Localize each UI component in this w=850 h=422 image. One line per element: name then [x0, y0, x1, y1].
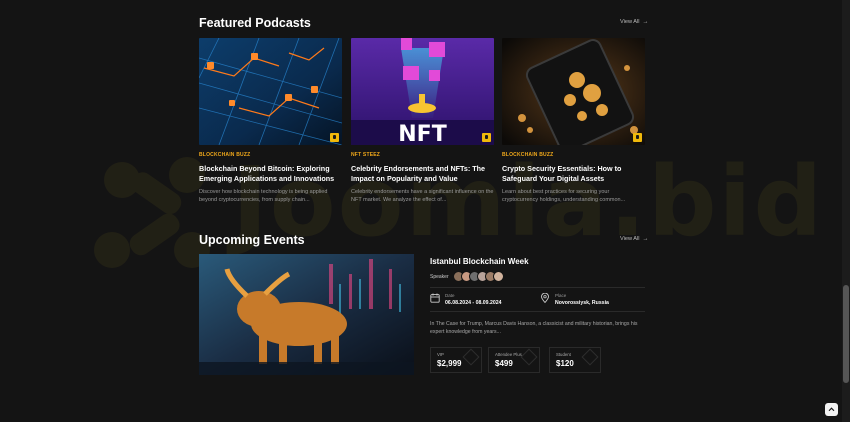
circuit-board-image: [199, 38, 342, 145]
event-image[interactable]: [199, 254, 414, 375]
map-pin-icon: [541, 293, 549, 303]
upcoming-events-title: Upcoming Events: [199, 233, 305, 247]
podcast-category[interactable]: BLOCKCHAIN BUZZ: [199, 152, 342, 158]
events-view-all-link[interactable]: View All →: [620, 236, 649, 242]
arrow-right-icon: →: [642, 19, 649, 25]
chevron-up-icon: [828, 407, 835, 412]
date-value: 06.08.2024 - 08.09.2024: [445, 300, 502, 306]
event-place: Place Novorossiysk, Russia: [540, 293, 609, 306]
microphone-icon: [633, 133, 642, 142]
place-label: Place: [555, 293, 567, 298]
podcast-category[interactable]: NFT STEEZ: [351, 152, 494, 158]
back-to-top-button[interactable]: [825, 403, 838, 416]
bull-market-image: [199, 254, 414, 375]
podcast-thumbnail[interactable]: NFT: [351, 38, 494, 145]
podcast-card[interactable]: BLOCKCHAIN BUZZ Blockchain Beyond Bitcoi…: [199, 38, 342, 205]
podcast-title[interactable]: Celebrity Endorsements and NFTs: The Imp…: [351, 164, 494, 183]
podcast-category[interactable]: BLOCKCHAIN BUZZ: [502, 152, 645, 158]
podcast-title[interactable]: Blockchain Beyond Bitcoin: Exploring Eme…: [199, 164, 342, 183]
podcast-card[interactable]: BLOCKCHAIN BUZZ Crypto Security Essentia…: [502, 38, 645, 205]
ticket-student[interactable]: Student $120: [549, 347, 601, 373]
speaker-label: Speaker: [430, 273, 449, 280]
podcast-thumbnail[interactable]: [502, 38, 645, 145]
calendar-icon: [430, 293, 440, 303]
view-all-label: View All: [620, 19, 640, 25]
featured-podcasts-title: Featured Podcasts: [199, 16, 311, 30]
podcast-description: Discover how blockchain technology is be…: [199, 189, 328, 204]
page-scrollbar[interactable]: [842, 0, 850, 422]
featured-view-all-link[interactable]: View All →: [620, 19, 649, 25]
view-all-label: View All: [620, 236, 640, 242]
crypto-phone-image: [502, 38, 645, 145]
divider: [430, 287, 645, 288]
event-date: Date 06.08.2024 - 08.09.2024: [430, 293, 502, 306]
nft-image: NFT: [351, 38, 494, 145]
event-description: In The Case for Trump, Marcus Davis Hans…: [430, 321, 638, 335]
arrow-right-icon: →: [642, 236, 649, 242]
speaker-row: Speaker: [430, 271, 504, 282]
place-value: Novorossiysk, Russia: [555, 300, 609, 306]
microphone-icon: [482, 133, 491, 142]
podcast-description: Celebrity endorsements have a significan…: [351, 189, 494, 204]
podcast-card[interactable]: NFT NFT STEEZ Celebrity Endorsements and…: [351, 38, 494, 205]
ticket-attendee-plus[interactable]: Attendee Plus $499: [488, 347, 540, 373]
podcast-title[interactable]: Crypto Security Essentials: How to Safeg…: [502, 164, 645, 183]
speaker-avatars: [452, 271, 504, 282]
nft-image-text: NFT: [398, 122, 446, 145]
microphone-icon: [330, 133, 339, 142]
ticket-vip[interactable]: VIP $2,999: [430, 347, 482, 373]
event-title[interactable]: Istanbul Blockchain Week: [430, 257, 529, 266]
podcast-description: Learn about best practices for securing …: [502, 189, 626, 204]
divider: [430, 311, 645, 312]
podcast-thumbnail[interactable]: [199, 38, 342, 145]
scrollbar-thumb[interactable]: [843, 285, 849, 383]
date-label: Date: [445, 293, 455, 298]
speaker-avatar[interactable]: [492, 271, 504, 282]
